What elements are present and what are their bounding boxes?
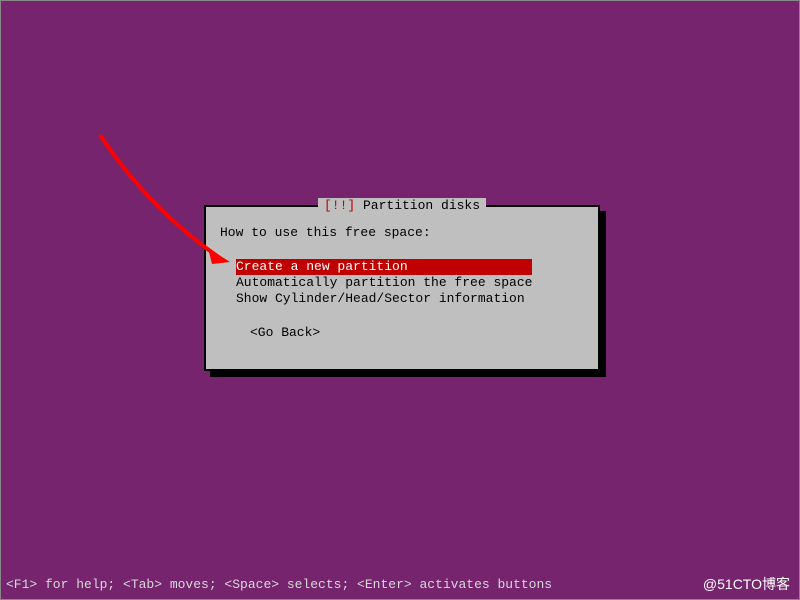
dialog-title: [!!] Partition disks: [318, 198, 486, 213]
menu-item-show-chs[interactable]: Show Cylinder/Head/Sector information: [236, 291, 532, 307]
go-back-button[interactable]: <Go Back>: [250, 325, 320, 340]
footer-help-text: <F1> for help; <Tab> moves; <Space> sele…: [6, 577, 552, 592]
dialog-title-text: Partition disks: [363, 198, 480, 213]
dialog-title-marker: [!!]: [324, 198, 355, 213]
menu-item-create-partition[interactable]: Create a new partition: [236, 259, 532, 275]
dialog-title-row: [!!] Partition disks: [206, 198, 598, 213]
partition-disks-dialog: [!!] Partition disks How to use this fre…: [204, 205, 600, 371]
menu-list: Create a new partition Automatically par…: [236, 259, 532, 307]
watermark-text: @51CTO博客: [703, 574, 790, 594]
menu-item-auto-partition[interactable]: Automatically partition the free space: [236, 275, 532, 291]
dialog-prompt: How to use this free space:: [220, 225, 431, 240]
